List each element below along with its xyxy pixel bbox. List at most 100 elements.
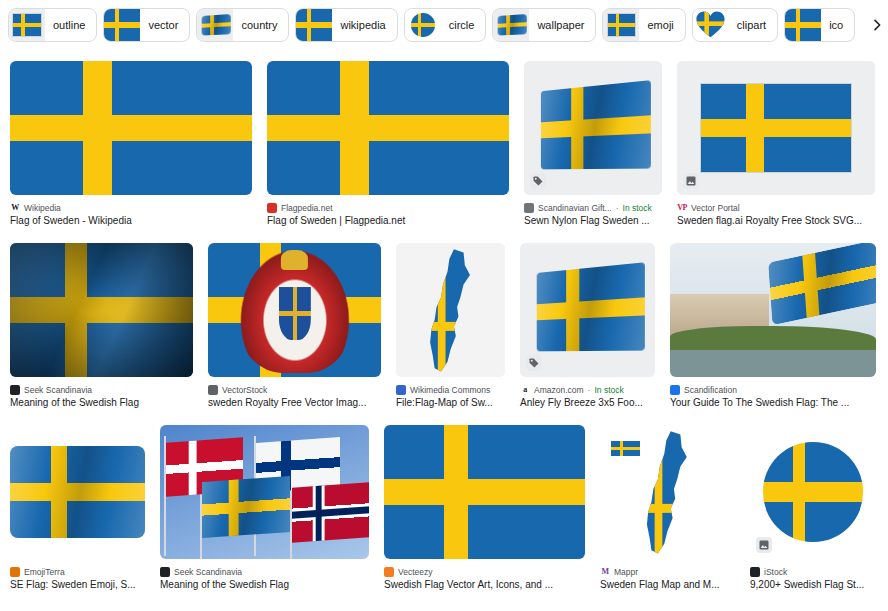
source-name: Wikipedia: [24, 203, 61, 213]
related-search-chip[interactable]: wallpaper: [492, 8, 596, 42]
image-result[interactable]: VPVector PortalSweden flag.ai Royalty Fr…: [677, 61, 875, 243]
result-image[interactable]: [670, 243, 876, 377]
result-image[interactable]: [10, 61, 252, 195]
result-source[interactable]: MMappr: [600, 565, 735, 578]
result-title[interactable]: Swedish Flag Vector Art, Icons, and ...: [384, 578, 585, 592]
flag-picture: [208, 243, 381, 377]
image-result[interactable]: Seek ScandinaviaMeaning of the Swedish F…: [10, 243, 193, 425]
site-favicon-icon: [267, 203, 277, 213]
image-result[interactable]: Scandinavian Gift...·In stockSewn Nylon …: [524, 61, 662, 243]
image-search-page: outline vector country wikipedia circle wallp…: [0, 0, 888, 611]
chip-label: clipart: [737, 19, 766, 31]
result-source[interactable]: WWikipedia: [10, 201, 252, 214]
image-result[interactable]: MMapprSweden Flag Map and M...: [600, 425, 735, 607]
image-result[interactable]: aAmazon.com·In stockAnley Fly Breeze 3x5…: [520, 243, 655, 425]
result-title[interactable]: 9,200+ Swedish Flag St...: [750, 578, 876, 592]
related-search-chip[interactable]: clipart: [692, 8, 778, 42]
result-source[interactable]: aAmazon.com·In stock: [520, 383, 655, 396]
chip-label: country: [241, 19, 277, 31]
site-favicon-icon: [208, 385, 218, 395]
result-source[interactable]: VectorStock: [208, 383, 381, 396]
scroll-right-button[interactable]: [866, 8, 888, 42]
image-result[interactable]: Flagpedia.netFlag of Sweden | Flagpedia.…: [267, 61, 509, 243]
result-image[interactable]: [10, 425, 145, 559]
result-image[interactable]: [396, 243, 505, 377]
result-image[interactable]: [524, 61, 662, 195]
result-title[interactable]: File:Flag-Map of Sw...: [396, 396, 505, 410]
chip-label: circle: [449, 19, 475, 31]
result-source[interactable]: EmojiTerra: [10, 565, 145, 578]
image-result[interactable]: iStock9,200+ Swedish Flag St...: [750, 425, 876, 607]
result-source[interactable]: Seek Scandinavia: [10, 383, 193, 396]
chip-label: wallpaper: [537, 19, 584, 31]
result-image[interactable]: [677, 61, 875, 195]
result-title[interactable]: Meaning of the Swedish Flag: [10, 396, 193, 410]
sky-photo: [160, 425, 369, 559]
result-source[interactable]: Scandinavian Gift...·In stock: [524, 201, 662, 214]
result-title[interactable]: Meaning of the Swedish Flag: [160, 578, 369, 592]
image-result[interactable]: WWikipediaFlag of Sweden - Wikipedia: [10, 61, 252, 243]
image-result[interactable]: ScandificationYour Guide To The Swedish …: [670, 243, 876, 425]
result-image[interactable]: [208, 243, 381, 377]
result-image[interactable]: [384, 425, 585, 559]
dark-shading: [10, 243, 193, 377]
related-search-chip[interactable]: outline: [8, 8, 97, 42]
source-name: Flagpedia.net: [281, 203, 333, 213]
result-title[interactable]: Your Guide To The Swedish Flag: The ...: [670, 396, 876, 410]
result-image[interactable]: [600, 425, 735, 559]
result-source[interactable]: Seek Scandinavia: [160, 565, 369, 578]
chip-label: vector: [148, 19, 178, 31]
result-source[interactable]: Scandification: [670, 383, 876, 396]
result-image[interactable]: [160, 425, 369, 559]
result-source[interactable]: iStock: [750, 565, 876, 578]
shopping-tag-icon: [526, 355, 542, 371]
image-result[interactable]: VecteezySwedish Flag Vector Art, Icons, …: [384, 425, 585, 607]
source-name: EmojiTerra: [24, 567, 65, 577]
flag-picture: [537, 263, 645, 352]
site-favicon-icon: [384, 567, 394, 577]
site-favicon-icon: [10, 567, 20, 577]
fabric-shading: [497, 14, 526, 35]
result-title[interactable]: Anley Fly Breeze 3x5 Foo...: [520, 396, 655, 410]
related-search-chip[interactable]: ico: [784, 8, 855, 42]
image-result[interactable]: Wikimedia CommonsFile:Flag-Map of Sw...: [396, 243, 505, 425]
result-source[interactable]: Flagpedia.net: [267, 201, 509, 214]
image-result[interactable]: Seek ScandinaviaMeaning of the Swedish F…: [160, 425, 369, 607]
result-title[interactable]: Sweden Flag Map and M...: [600, 578, 735, 592]
result-image[interactable]: [520, 243, 655, 377]
result-title[interactable]: Flag of Sweden - Wikipedia: [10, 214, 252, 228]
site-favicon-icon: VP: [677, 203, 687, 213]
related-search-chip[interactable]: circle: [404, 8, 487, 42]
result-source[interactable]: Wikimedia Commons: [396, 383, 505, 396]
result-title[interactable]: Sweden flag.ai Royalty Free Stock SVG...: [677, 214, 875, 228]
result-source[interactable]: VPVector Portal: [677, 201, 875, 214]
flag-picture: [10, 446, 145, 537]
fabric-shading: [537, 263, 645, 352]
site-favicon-icon: [160, 567, 170, 577]
site-favicon-icon: [10, 385, 20, 395]
fabric-shading: [10, 446, 145, 537]
flag-picture: [10, 243, 193, 377]
result-image[interactable]: [267, 61, 509, 195]
result-title[interactable]: sweden Royalty Free Vector Imag...: [208, 396, 381, 410]
site-favicon-icon: a: [520, 385, 530, 395]
image-result[interactable]: EmojiTerraSE Flag: Sweden Emoji, S...: [10, 425, 145, 607]
related-search-chip[interactable]: country: [196, 8, 289, 42]
result-source[interactable]: Vecteezy: [384, 565, 585, 578]
image-result[interactable]: VectorStocksweden Royalty Free Vector Im…: [208, 243, 381, 425]
result-caption: aAmazon.com·In stockAnley Fly Breeze 3x5…: [520, 377, 655, 410]
related-search-chip[interactable]: wikipedia: [295, 8, 397, 42]
related-search-chip[interactable]: vector: [103, 8, 190, 42]
result-caption: VectorStocksweden Royalty Free Vector Im…: [208, 377, 381, 410]
source-name: Scandinavian Gift...: [538, 203, 612, 213]
result-title[interactable]: SE Flag: Sweden Emoji, S...: [10, 578, 145, 592]
norway-flag: [292, 483, 369, 543]
stock-status: In stock: [594, 385, 623, 395]
flag-picture: [541, 81, 651, 170]
related-search-chip[interactable]: emoji: [602, 8, 685, 42]
result-image[interactable]: [750, 425, 876, 559]
trees: [670, 326, 876, 353]
result-title[interactable]: Sewn Nylon Flag Sweden ...: [524, 214, 662, 228]
result-image[interactable]: [10, 243, 193, 377]
result-title[interactable]: Flag of Sweden | Flagpedia.net: [267, 214, 509, 228]
